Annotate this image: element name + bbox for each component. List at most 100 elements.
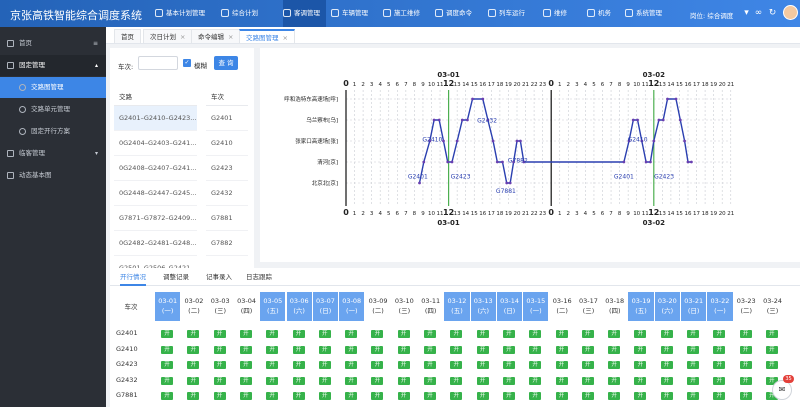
train-row[interactable]: G2432: [206, 181, 248, 206]
run-status-badge[interactable]: 开: [581, 392, 594, 400]
train-row[interactable]: G2410: [206, 131, 248, 156]
run-status-badge[interactable]: 开: [292, 345, 305, 354]
run-status-badge[interactable]: 开: [660, 345, 673, 354]
train-row[interactable]: G2401: [206, 106, 248, 131]
run-status-badge[interactable]: 开: [502, 345, 515, 354]
run-status-badge[interactable]: 开: [608, 345, 621, 354]
run-status-badge[interactable]: 开: [161, 392, 173, 400]
run-status-badge[interactable]: 开: [687, 361, 699, 369]
run-status-badge[interactable]: 开: [161, 361, 173, 369]
run-status-badge[interactable]: 开: [213, 330, 226, 338]
run-status-badge[interactable]: 开: [529, 345, 542, 354]
sidebar-item[interactable]: 首页 ≡: [0, 33, 106, 54]
run-status-badge[interactable]: 开: [476, 361, 489, 369]
sidebar-item[interactable]: 交路单元管理: [0, 99, 106, 120]
close-icon[interactable]: ×: [283, 34, 288, 42]
run-status-badge[interactable]: 开: [660, 361, 673, 369]
run-status-badge[interactable]: 开: [213, 376, 226, 385]
run-status-badge[interactable]: 开: [713, 392, 726, 400]
run-status-badge[interactable]: 开: [608, 392, 621, 400]
route-row[interactable]: 0G2448–G2447–G245...: [114, 181, 197, 206]
run-status-badge[interactable]: 开: [213, 361, 226, 369]
train-row[interactable]: G2423: [206, 156, 248, 181]
lower-tab[interactable]: 日志跟踪: [246, 268, 272, 286]
run-status-badge[interactable]: 开: [581, 376, 594, 385]
run-status-badge[interactable]: 开: [239, 345, 252, 354]
run-status-badge[interactable]: 开: [765, 361, 778, 369]
run-status-badge[interactable]: 开: [713, 330, 726, 338]
sidebar-item[interactable]: 固定开行方案: [0, 121, 106, 142]
run-status-badge[interactable]: 开: [318, 361, 331, 369]
run-status-badge[interactable]: 开: [161, 345, 173, 354]
run-status-badge[interactable]: 开: [660, 330, 673, 338]
run-status-badge[interactable]: 开: [476, 330, 489, 338]
run-status-badge[interactable]: 开: [239, 376, 252, 385]
run-status-badge[interactable]: 开: [634, 376, 647, 385]
refresh-icon[interactable]: ↻: [767, 8, 778, 19]
page-tab[interactable]: 交路图管理 ×: [239, 29, 295, 43]
run-status-badge[interactable]: 开: [318, 330, 331, 338]
run-status-badge[interactable]: 开: [634, 392, 647, 400]
run-status-badge[interactable]: 开: [318, 376, 331, 385]
run-status-badge[interactable]: 开: [555, 361, 568, 369]
run-status-badge[interactable]: 开: [529, 376, 542, 385]
run-status-badge[interactable]: 开: [371, 345, 384, 354]
run-status-badge[interactable]: 开: [687, 376, 699, 385]
run-status-badge[interactable]: 开: [529, 330, 542, 338]
run-status-badge[interactable]: 开: [608, 361, 621, 369]
route-row[interactable]: G7871–G7872–G2409...: [114, 206, 197, 231]
topnav-item[interactable]: 调度命令: [435, 0, 472, 27]
run-status-badge[interactable]: 开: [397, 376, 410, 385]
topnav-item[interactable]: 综合计划: [221, 0, 258, 27]
run-status-badge[interactable]: 开: [529, 361, 542, 369]
topnav-item[interactable]: 车辆管理: [331, 0, 368, 27]
sidebar-item[interactable]: 临客管理 ▾: [0, 143, 106, 164]
lower-tab[interactable]: 记事录入: [206, 268, 232, 286]
run-status-badge[interactable]: 开: [634, 345, 647, 354]
fuzzy-checkbox[interactable]: ✓: [183, 59, 191, 67]
run-status-badge[interactable]: 开: [450, 330, 463, 338]
run-status-badge[interactable]: 开: [292, 392, 305, 400]
run-status-badge[interactable]: 开: [318, 392, 331, 400]
route-row[interactable]: 0G2408–G2407–G241...: [114, 156, 197, 181]
run-status-badge[interactable]: 开: [266, 376, 279, 385]
run-status-badge[interactable]: 开: [345, 376, 358, 385]
run-status-badge[interactable]: 开: [739, 330, 752, 338]
page-tab[interactable]: 命令编辑 ×: [191, 29, 241, 43]
avatar[interactable]: [783, 5, 798, 20]
run-status-badge[interactable]: 开: [581, 361, 594, 369]
train-number-input[interactable]: [138, 56, 178, 70]
run-status-badge[interactable]: 开: [687, 345, 699, 354]
run-status-badge[interactable]: 开: [239, 361, 252, 369]
route-row[interactable]: 0G2404–G2403–G241...: [114, 131, 197, 156]
run-status-badge[interactable]: 开: [555, 345, 568, 354]
run-status-badge[interactable]: 开: [739, 361, 752, 369]
topnav-item[interactable]: 列车运行: [488, 0, 525, 27]
run-status-badge[interactable]: 开: [187, 330, 200, 338]
run-status-badge[interactable]: 开: [502, 392, 515, 400]
run-status-badge[interactable]: 开: [450, 376, 463, 385]
run-status-badge[interactable]: 开: [713, 345, 726, 354]
run-status-badge[interactable]: 开: [713, 361, 726, 369]
sidebar-item[interactable]: 固定管理 ▴: [0, 55, 106, 76]
run-status-badge[interactable]: 开: [397, 361, 410, 369]
close-icon[interactable]: ×: [228, 33, 233, 41]
run-status-badge[interactable]: 开: [687, 392, 699, 400]
run-status-badge[interactable]: 开: [371, 330, 384, 338]
run-status-badge[interactable]: 开: [739, 392, 752, 400]
run-status-badge[interactable]: 开: [397, 345, 410, 354]
run-status-badge[interactable]: 开: [213, 345, 226, 354]
run-status-badge[interactable]: 开: [502, 361, 515, 369]
run-status-badge[interactable]: 开: [502, 376, 515, 385]
train-row[interactable]: G7882: [206, 231, 248, 256]
run-status-badge[interactable]: 开: [739, 345, 752, 354]
run-status-badge[interactable]: 开: [345, 330, 358, 338]
run-status-badge[interactable]: 开: [555, 392, 568, 400]
run-status-badge[interactable]: 开: [239, 330, 252, 338]
route-row[interactable]: G2401–G2410–G2423...: [114, 106, 197, 131]
run-status-badge[interactable]: 开: [187, 376, 200, 385]
run-status-badge[interactable]: 开: [266, 330, 279, 338]
run-status-badge[interactable]: 开: [371, 392, 384, 400]
run-status-badge[interactable]: 开: [161, 330, 173, 338]
query-button[interactable]: 查 询: [214, 56, 238, 70]
